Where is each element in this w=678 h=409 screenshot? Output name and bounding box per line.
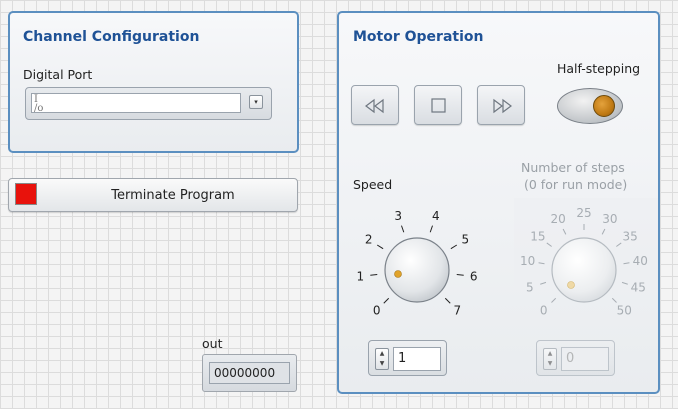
motor-operation-title: Motor Operation	[353, 29, 484, 45]
digital-port-label: Digital Port	[23, 67, 93, 82]
speed-value-input[interactable]: 1	[393, 347, 441, 371]
out-label: out	[202, 336, 223, 351]
speed-label: Speed	[353, 177, 393, 192]
stop-button[interactable]	[414, 85, 462, 125]
steps-tick-label: 30	[602, 212, 617, 226]
speed-tick-label: 0	[373, 303, 381, 317]
speed-tick	[429, 225, 433, 233]
speed-knob[interactable]	[384, 237, 450, 303]
steps-tick-label: 10	[520, 254, 535, 268]
rewind-icon	[365, 98, 384, 114]
speed-tick	[401, 225, 405, 233]
speed-tick-label: 1	[357, 269, 365, 283]
channel-configuration-panel: Channel Configuration Digital Port I/o ▾	[8, 11, 299, 153]
speed-tick-label: 5	[461, 233, 469, 247]
stop-icon	[431, 98, 446, 113]
speed-tick-label: 2	[365, 233, 373, 247]
fast-forward-icon	[493, 98, 512, 114]
steps-tick-label: 15	[530, 229, 545, 243]
terminate-led-indicator	[15, 183, 37, 205]
steps-tick-label: 20	[550, 212, 565, 226]
speed-tick-label: 6	[470, 269, 478, 283]
steps-tick-label: 35	[622, 229, 637, 243]
out-indicator: 00000000	[202, 354, 297, 392]
out-value: 00000000	[209, 362, 290, 384]
digital-port-field[interactable]: I/o	[31, 93, 241, 114]
increment-icon: ▲	[547, 350, 553, 357]
speed-tick-label: 3	[394, 209, 402, 223]
speed-tick	[456, 273, 464, 276]
speed-tick	[450, 244, 458, 250]
fast-forward-button[interactable]	[477, 85, 525, 125]
steps-tick-label: 50	[617, 303, 632, 317]
half-stepping-led	[593, 95, 615, 117]
steps-label-line1: Number of steps	[521, 160, 625, 175]
speed-tick	[383, 297, 390, 304]
terminate-program-label: Terminate Program	[111, 188, 235, 203]
decrement-icon: ▼	[547, 360, 553, 367]
steps-knob-pointer	[567, 281, 575, 289]
speed-increment-decrement[interactable]: ▲ ▼	[375, 348, 389, 370]
steps-knob	[551, 237, 617, 303]
increment-icon[interactable]: ▲	[376, 349, 388, 359]
speed-tick	[444, 297, 451, 304]
decrement-icon[interactable]: ▼	[376, 359, 388, 369]
rewind-button[interactable]	[351, 85, 399, 125]
speed-tick	[376, 244, 384, 250]
steps-numeric-control: ▲ ▼ 0	[536, 340, 615, 376]
io-channel-icon: I/o	[34, 94, 44, 114]
speed-numeric-control: ▲ ▼ 1	[368, 340, 447, 376]
steps-increment-decrement: ▲ ▼	[543, 348, 557, 370]
half-stepping-label: Half-stepping	[557, 61, 641, 76]
speed-knob-pointer	[394, 270, 402, 278]
steps-value-input: 0	[561, 347, 609, 371]
digital-port-control: I/o ▾	[25, 87, 272, 120]
steps-knob-scale: 05 10 15 20 25 30 35 40 45 50	[514, 198, 658, 326]
digital-port-dropdown-button[interactable]: ▾	[249, 95, 263, 109]
channel-configuration-title: Channel Configuration	[23, 29, 200, 45]
half-stepping-toggle[interactable]	[557, 88, 623, 124]
steps-tick-label: 25	[576, 206, 591, 220]
speed-tick-label: 4	[432, 209, 440, 223]
speed-tick	[370, 273, 378, 276]
steps-label-line2: (0 for run mode)	[524, 177, 628, 192]
speed-tick-label: 7	[453, 303, 461, 317]
speed-knob-scale: 0 1 2 3 4 5 6 7	[357, 209, 478, 317]
steps-tick-label: 40	[633, 254, 648, 268]
steps-tick-label: 0	[540, 303, 548, 317]
steps-tick-label: 5	[526, 281, 534, 295]
steps-tick-label: 45	[631, 281, 646, 295]
terminate-program-button[interactable]: Terminate Program	[8, 178, 298, 212]
